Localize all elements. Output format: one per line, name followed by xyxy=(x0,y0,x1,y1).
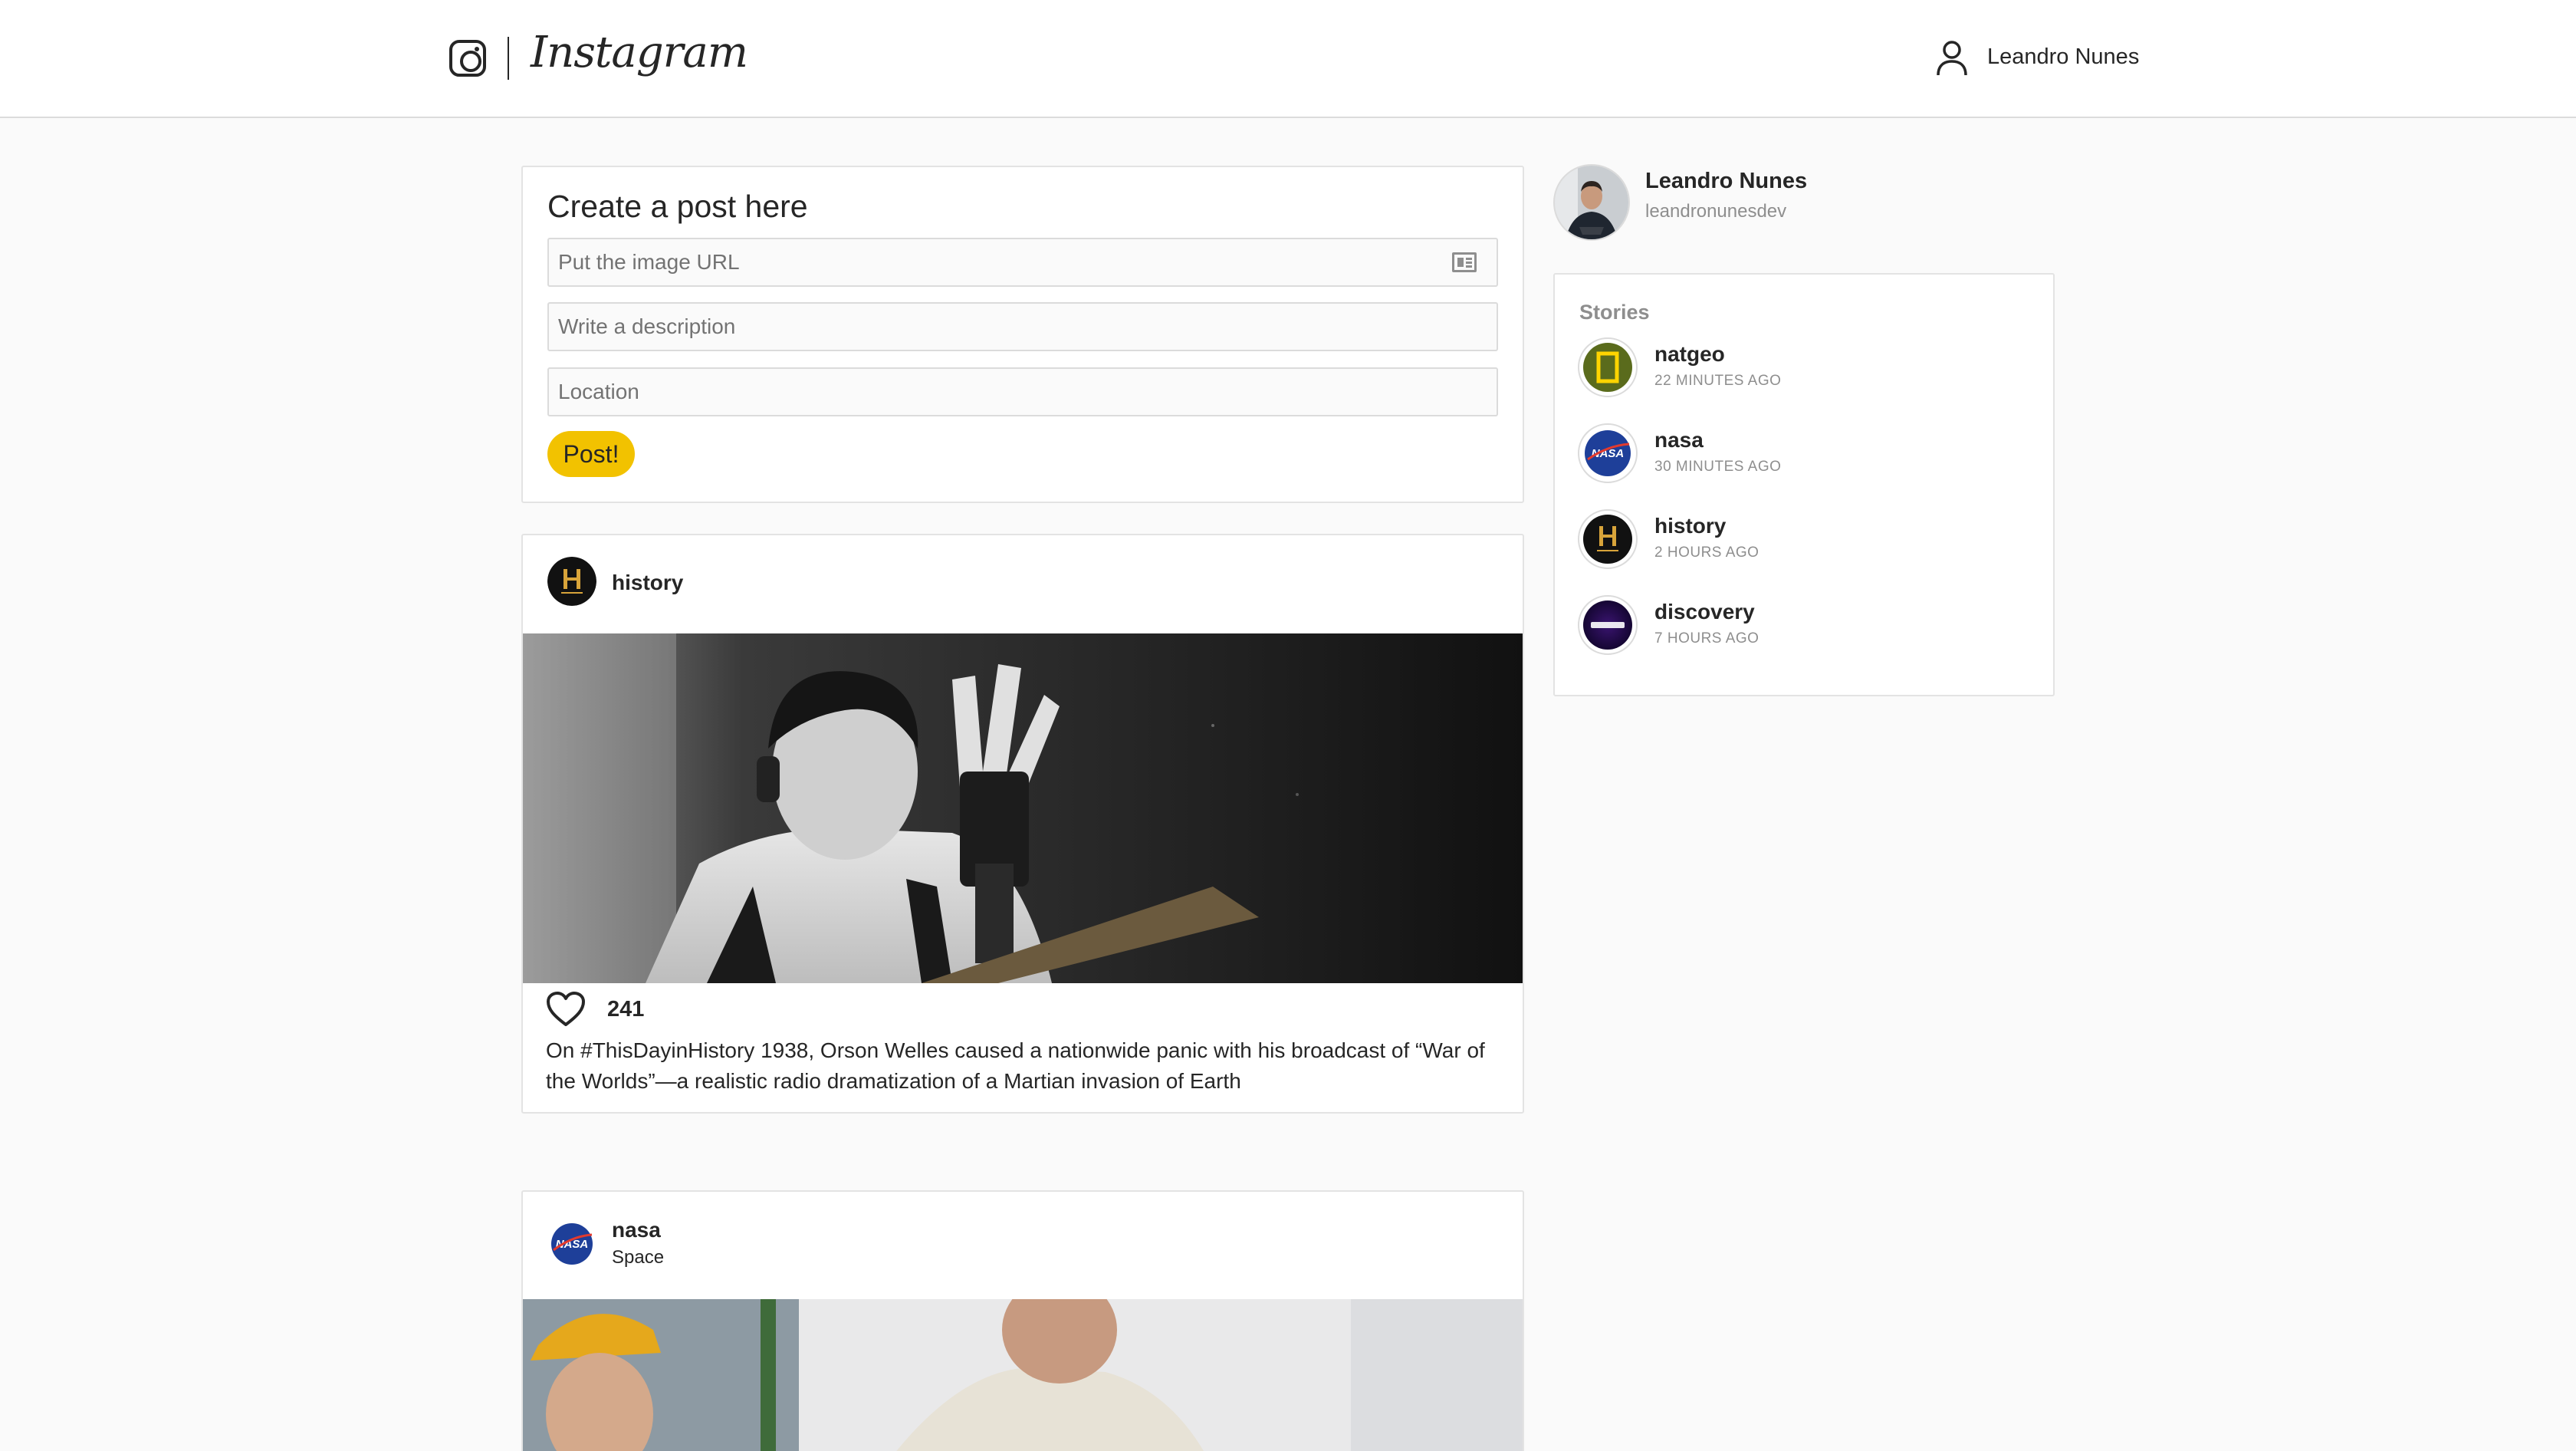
story-name: history xyxy=(1654,514,1727,538)
story-item[interactable]: NASA nasa 30 MINUTES AGO xyxy=(1578,423,2038,488)
story-name: nasa xyxy=(1654,428,1704,452)
location-input[interactable] xyxy=(547,367,1498,416)
top-navbar: Instagram Leandro Nunes xyxy=(0,0,2576,118)
header-username[interactable]: Leandro Nunes xyxy=(1987,44,2139,70)
history-avatar[interactable] xyxy=(547,557,596,606)
story-item[interactable]: discovery 7 HOURS AGO xyxy=(1578,595,2038,660)
story-name: discovery xyxy=(1654,600,1755,624)
create-post-card: Create a post here Post! xyxy=(521,166,1524,503)
feed-post: NASA nasa Space xyxy=(521,1190,1524,1451)
image-url-input[interactable] xyxy=(547,238,1498,287)
create-post-title: Create a post here xyxy=(547,189,808,224)
post-username[interactable]: history xyxy=(612,571,683,595)
post-image[interactable] xyxy=(523,633,1523,983)
stories-panel: Stories natgeo 22 MINUTES AGO NASA nasa … xyxy=(1553,273,2055,696)
story-time: 22 MINUTES AGO xyxy=(1654,373,1782,389)
profile-handle: leandronunesdev xyxy=(1645,201,1787,222)
post-username[interactable]: nasa xyxy=(612,1218,661,1242)
post-image[interactable] xyxy=(523,1276,1523,1451)
story-avatar[interactable] xyxy=(1578,509,1638,569)
instagram-glyph-icon[interactable] xyxy=(449,40,486,77)
profile-name[interactable]: Leandro Nunes xyxy=(1645,169,1807,194)
instagram-wordmark[interactable]: Instagram xyxy=(531,28,748,77)
description-input[interactable] xyxy=(547,302,1498,351)
user-icon[interactable] xyxy=(1935,40,1969,77)
post-button[interactable]: Post! xyxy=(547,431,635,477)
feed-post: history 241 On #ThisDayinHistory 1938, O… xyxy=(521,534,1524,1114)
image-card-icon xyxy=(1452,252,1477,272)
nasa-avatar[interactable]: NASA xyxy=(547,1219,596,1268)
story-time: 30 MINUTES AGO xyxy=(1654,459,1782,475)
post-location: Space xyxy=(612,1247,665,1268)
profile-avatar[interactable] xyxy=(1553,164,1630,241)
stories-title: Stories xyxy=(1579,301,1650,324)
story-avatar[interactable] xyxy=(1578,337,1638,397)
story-time: 7 HOURS AGO xyxy=(1654,630,1760,647)
post-caption: On #ThisDayinHistory 1938, Orson Welles … xyxy=(546,1038,1485,1093)
story-time: 2 HOURS AGO xyxy=(1654,545,1760,561)
story-item[interactable]: natgeo 22 MINUTES AGO xyxy=(1578,337,2038,402)
like-count: 241 xyxy=(607,997,645,1022)
heart-icon[interactable] xyxy=(546,991,586,1028)
story-item[interactable]: history 2 HOURS AGO xyxy=(1578,509,2038,574)
logo-divider xyxy=(508,37,509,80)
story-avatar[interactable]: NASA xyxy=(1578,423,1638,483)
story-name: natgeo xyxy=(1654,342,1725,366)
story-avatar[interactable] xyxy=(1578,595,1638,655)
